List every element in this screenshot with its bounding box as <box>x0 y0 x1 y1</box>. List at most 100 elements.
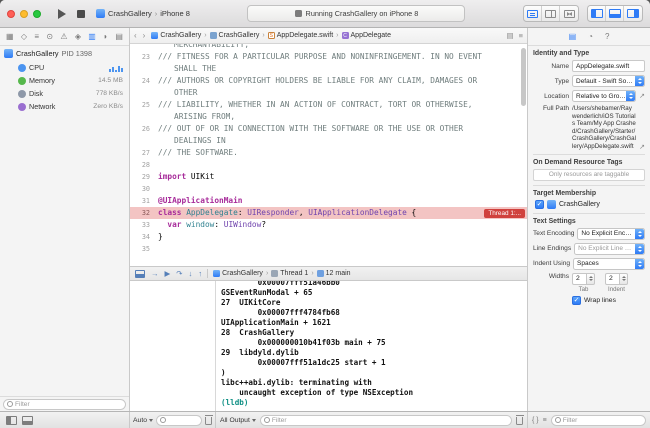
find-navigator-icon[interactable]: ⊙ <box>46 32 53 41</box>
code-line[interactable]: OTHER <box>130 87 527 99</box>
symbol-navigator-icon[interactable]: ≡ <box>34 32 39 41</box>
wrap-lines-checkbox[interactable]: ✓ <box>572 295 581 305</box>
source-control-navigator-icon[interactable]: ◇ <box>21 32 27 41</box>
text-encoding-dropdown[interactable]: No Explicit Encoding <box>577 227 645 240</box>
code-line[interactable]: 34} <box>130 231 527 243</box>
indent-width-stepper[interactable]: 2 <box>605 272 628 285</box>
reveal-location-arrow-icon[interactable]: ↗ <box>639 92 645 100</box>
code-line[interactable]: 27 /// THE SOFTWARE. <box>130 147 527 159</box>
stepper-arrows-icon[interactable] <box>587 272 595 285</box>
code-line[interactable]: 23 /// FITNESS FOR A PARTICULAR PURPOSE A… <box>130 51 527 63</box>
code-line[interactable]: 32 class AppDelegate: UIResponder, UIAppl… <box>130 207 527 219</box>
code-line[interactable]: 28 <box>130 159 527 171</box>
quick-help-inspector-tab[interactable]: ? <box>605 32 609 41</box>
console-scope-button[interactable]: All Output <box>220 417 256 424</box>
clear-console-icon[interactable] <box>515 414 524 425</box>
file-name-value: AppDelegate.swift <box>576 62 630 70</box>
stop-button[interactable] <box>77 9 85 18</box>
odr-tags-field[interactable]: Only resources are taggable <box>533 168 645 181</box>
toggle-navigator-button[interactable] <box>588 6 606 21</box>
jumpbar-item-group[interactable]: CrashGallery <box>209 32 259 39</box>
toggle-inspector-button[interactable] <box>624 6 642 21</box>
inspector-filter-input[interactable]: Filter <box>550 414 646 426</box>
runtime-error-badge[interactable]: Thread 1:... <box>484 208 525 218</box>
breakpoint-navigator-icon[interactable]: ◗ <box>103 32 108 41</box>
editor-options-icon[interactable]: ▤ <box>507 31 514 40</box>
reveal-path-arrow-icon[interactable]: ↗ <box>639 143 645 151</box>
file-inspector-tab[interactable]: ▤ <box>569 32 577 41</box>
code-line[interactable]: 35 <box>130 243 527 255</box>
navigator-filter-input[interactable]: Filter <box>3 398 126 410</box>
variables-view[interactable] <box>130 281 216 411</box>
file-type-dropdown[interactable]: Default - Swift Source <box>572 75 645 87</box>
back-button[interactable]: ‹ <box>134 31 139 40</box>
variables-filter-input[interactable] <box>155 414 202 426</box>
gauge-row-memory[interactable]: Memory 14.5 MB <box>0 74 129 87</box>
code-line[interactable]: 25 /// LIABILITY, WHETHER IN AN ACTION OF… <box>130 99 527 111</box>
zoom-window-button[interactable] <box>33 9 41 18</box>
toggle-debug-area-button[interactable] <box>606 6 624 21</box>
jumpbar-item-project[interactable]: CrashGallery <box>151 32 201 39</box>
jumpbar-item-symbol[interactable]: C AppDelegate <box>341 32 391 39</box>
run-button[interactable] <box>58 8 66 19</box>
snippets-icon[interactable]: { } <box>532 417 539 424</box>
process-row[interactable]: CrashGallery PID 1398 <box>0 46 129 61</box>
breakpoints-icon[interactable]: → <box>151 269 159 279</box>
debug-navigator-icon[interactable]: ▥ <box>88 32 96 41</box>
variables-scope-button[interactable]: Auto <box>133 417 153 424</box>
editor-options-icon[interactable]: ≡ <box>519 31 523 40</box>
location-dropdown[interactable]: Relative to Group <box>572 90 637 102</box>
project-navigator-icon[interactable]: ▦ <box>6 32 14 41</box>
code-line[interactable]: 29 import UIKit <box>130 171 527 183</box>
forward-button[interactable]: › <box>143 31 148 40</box>
file-inspector: Identity and Type Name AppDelegate.swift… <box>528 46 650 411</box>
gauge-row-cpu[interactable]: CPU <box>0 61 129 74</box>
code-line[interactable]: 26 /// OUT OF OR IN CONNECTION WITH THE S… <box>130 123 527 135</box>
test-navigator-icon[interactable]: ◈ <box>75 32 81 41</box>
continue-icon[interactable]: ▶ <box>165 269 171 279</box>
show-debug-pane-icon[interactable] <box>22 415 33 425</box>
version-editor-button[interactable] <box>560 6 578 21</box>
file-name-field[interactable]: AppDelegate.swift <box>572 60 645 72</box>
code-line[interactable]: 24 /// AUTHORS OR COPYRIGHT HOLDERS BE LI… <box>130 75 527 87</box>
code-line[interactable]: 30 <box>130 183 527 195</box>
stepper-arrows-icon[interactable] <box>620 272 628 285</box>
debug-crumb[interactable]: Thread 1 <box>271 270 308 277</box>
editor-scrollbar[interactable] <box>521 48 526 106</box>
tab-width-stepper[interactable]: 2 <box>572 272 595 285</box>
code-line[interactable]: MERCHANTABILITY, <box>130 44 527 51</box>
checkbox-checked-icon[interactable]: ✓ <box>535 199 544 209</box>
line-endings-dropdown[interactable]: No Explicit Line Endings <box>574 242 645 255</box>
history-inspector-tab[interactable]: ◔ <box>588 32 593 41</box>
close-window-button[interactable] <box>7 9 15 18</box>
gauge-row-disk[interactable]: Disk 778 KB/s <box>0 87 129 100</box>
network-gauge-icon <box>18 102 26 111</box>
console-filter-input[interactable]: Filter <box>259 414 512 426</box>
list-icon[interactable]: ≡ <box>543 417 547 424</box>
report-navigator-icon[interactable]: ▤ <box>115 32 123 41</box>
step-out-icon[interactable]: ↑ <box>198 269 202 279</box>
minimize-window-button[interactable] <box>20 9 28 18</box>
code-line[interactable]: SHALL THE <box>130 63 527 75</box>
target-membership-row[interactable]: ✓ CrashGallery <box>533 199 645 209</box>
debug-crumb[interactable]: CrashGallery <box>213 270 263 277</box>
code-line[interactable]: DEALINGS IN <box>130 135 527 147</box>
code-line[interactable]: ARISING FROM, <box>130 111 527 123</box>
scheme-selector[interactable]: CrashGallery › iPhone 8 <box>96 9 190 18</box>
jumpbar-item-file[interactable]: S AppDelegate.swift <box>267 32 333 39</box>
console-output[interactable]: 0x00007fff51a46bb0 GSEventRunModal + 65 27… <box>216 281 527 411</box>
standard-editor-button[interactable] <box>524 6 542 21</box>
debug-crumb[interactable]: 12 main <box>316 270 351 277</box>
step-over-icon[interactable]: ↷ <box>176 269 182 279</box>
trash-icon[interactable] <box>204 414 213 425</box>
indent-using-dropdown[interactable]: Spaces <box>573 257 645 270</box>
hide-debug-area-icon[interactable] <box>135 269 145 278</box>
gauge-row-network[interactable]: Network Zero KB/s <box>0 100 129 113</box>
assistant-editor-button[interactable] <box>542 6 560 21</box>
code-line[interactable]: 33 var window: UIWindow? <box>130 219 527 231</box>
code-line[interactable]: 31 @UIApplicationMain <box>130 195 527 207</box>
source-editor[interactable]: MERCHANTABILITY, 23 /// FITNESS FOR A PART… <box>130 44 527 266</box>
step-into-icon[interactable]: ↓ <box>189 269 193 279</box>
show-navigator-pane-icon[interactable] <box>6 415 17 425</box>
issue-navigator-icon[interactable]: ⚠ <box>60 32 67 41</box>
